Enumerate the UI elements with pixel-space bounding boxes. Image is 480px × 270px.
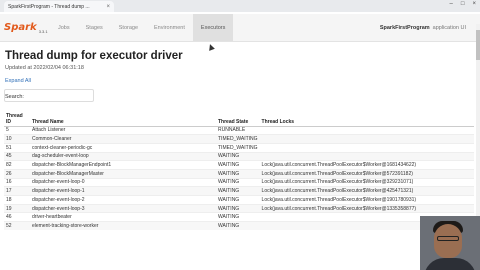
table-row[interactable]: 51 context-cleaner-periodic-gc TIMED_WAITI…	[4, 142, 474, 153]
browser-tab-title: SparkFirstProgram - Thread dump ...	[8, 3, 90, 10]
app-name: SparkFirstProgram	[379, 24, 430, 31]
tab-environment[interactable]: Environment	[146, 14, 193, 41]
table-row[interactable]: 45 dag-scheduler-event-loop WAITING	[4, 151, 474, 161]
mouse-cursor-icon	[207, 43, 215, 51]
scrollbar-thumb[interactable]	[476, 30, 480, 60]
browser-tab-strip: SparkFirstProgram - Thread dump ... × – …	[0, 0, 480, 12]
app-title: SparkFirstProgram application UI	[380, 14, 480, 41]
spark-brand: Spark	[4, 22, 37, 33]
header-thread-id[interactable]: Thread ID	[4, 110, 30, 127]
table-row[interactable]: 46 driver-heartbeater WAITING	[4, 212, 474, 222]
maximize-icon[interactable]: □	[461, 1, 465, 7]
table-row[interactable]: 16 dispatcher-event-loop-0 WAITING Lock(jav…	[4, 177, 474, 187]
search-label: Search:	[5, 94, 24, 100]
close-tab-icon[interactable]: ×	[106, 4, 110, 10]
table-row[interactable]: 82 dispatcher-BlockManagerEndpoint1 WAITIN…	[4, 160, 474, 170]
thread-dump-table: Thread ID Thread Name Thread State Threa…	[4, 110, 474, 231]
app-suffix: application UI	[432, 24, 466, 31]
presenter-body	[424, 258, 476, 270]
table-row[interactable]: 17 dispatcher-event-loop-1 WAITING Lock(jav…	[4, 186, 474, 196]
presenter-face	[434, 224, 462, 258]
table-header-row: Thread ID Thread Name Thread State Threa…	[4, 110, 474, 127]
spark-version: 3.3.1	[38, 29, 48, 34]
header-thread-locks[interactable]: Thread Locks	[259, 110, 474, 127]
minimize-icon[interactable]: –	[450, 1, 453, 7]
browser-tab[interactable]: SparkFirstProgram - Thread dump ... ×	[4, 1, 114, 12]
tab-jobs[interactable]: Jobs	[50, 14, 78, 41]
table-row[interactable]: 5 Attach Listener RUNNABLE	[4, 125, 474, 135]
presenter-glasses	[437, 236, 459, 241]
webcam-overlay	[420, 216, 480, 270]
table-row[interactable]: 10 Common-Cleaner TIMED_WAITING	[4, 134, 474, 144]
table-row[interactable]: 18 dispatcher-event-loop-2 WAITING Lock(jav…	[4, 195, 474, 205]
updated-timestamp: Updated at 2022/02/04 06:31:18	[5, 65, 84, 71]
table-row[interactable]: 26 dispatcher-BlockManagerMaster WAITING Lo…	[4, 168, 474, 179]
table-row[interactable]: 19 dispatcher-event-loop-3 WAITING Lock(jav…	[4, 203, 474, 213]
expand-all-link[interactable]: Expand All	[5, 78, 31, 84]
spark-logo[interactable]: Spark 3.3.1	[4, 14, 50, 41]
page-title: Thread dump for executor driver	[5, 50, 183, 62]
tab-executors[interactable]: Executors	[192, 14, 234, 41]
tab-stages[interactable]: Stages	[78, 14, 111, 41]
table-row[interactable]: 52 element-tracking-store-worker WAITING	[4, 221, 474, 231]
tab-storage[interactable]: Storage	[111, 14, 146, 41]
spark-navbar: Spark 3.3.1 Jobs Stages Storage Environm…	[0, 14, 480, 42]
header-thread-name[interactable]: Thread Name	[30, 110, 216, 127]
window-controls: – □ ×	[450, 1, 476, 7]
header-thread-state[interactable]: Thread State	[216, 110, 260, 127]
close-window-icon[interactable]: ×	[472, 1, 476, 7]
